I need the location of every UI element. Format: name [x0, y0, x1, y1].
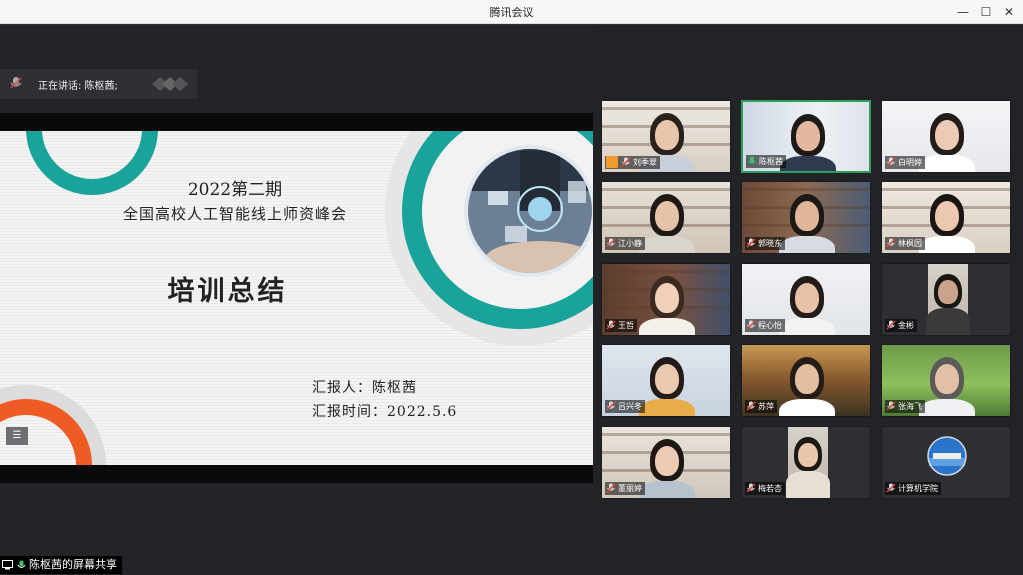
muted-mic-icon — [746, 483, 756, 493]
shared-screen-area: 正在讲话: 陈枢茜; 2022第二期 全国高校人工智能线上师资峰会 培训总结 汇… — [0, 25, 593, 575]
participant-tile[interactable]: 董丽婷 — [601, 426, 731, 499]
meeting-logo-icon — [152, 77, 188, 91]
participant-nameplate: 刘季翠 — [605, 156, 660, 169]
close-button[interactable]: ✕ — [998, 2, 1020, 22]
maximize-button[interactable]: ☐ — [975, 2, 997, 22]
muted-mic-icon — [606, 238, 616, 248]
muted-mic-icon — [606, 401, 616, 411]
participant-tile[interactable]: 郭晓东 — [741, 181, 871, 254]
participant-nameplate: 郭晓东 — [745, 237, 785, 250]
muted-mic-icon — [10, 77, 22, 89]
participant-name: 刘季翠 — [633, 158, 657, 167]
participant-tile[interactable]: 程心怡 — [741, 263, 871, 336]
participant-name: 梅若杏 — [758, 484, 782, 493]
muted-mic-icon — [886, 157, 896, 167]
slide-report-time: 汇报时间：2022.5.6 — [312, 404, 458, 420]
muted-mic-icon — [746, 320, 756, 330]
participant-name: 郭晓东 — [758, 239, 782, 248]
screen-share-label-bar: 陈枢茜的屏幕共享 — [0, 556, 122, 574]
slide-letterbox-top — [0, 113, 593, 131]
participant-tile[interactable]: 林枫园 — [881, 181, 1011, 254]
participant-nameplate: 梅若杏 — [745, 482, 785, 495]
muted-mic-icon — [746, 401, 756, 411]
participant-name: 苏萍 — [758, 402, 774, 411]
muted-mic-icon — [606, 483, 616, 493]
user-badge-icon — [606, 156, 618, 168]
window-titlebar: 腾讯会议 — ☐ ✕ — [0, 0, 1023, 24]
slide-title-line2: 全国高校人工智能线上师资峰会 — [122, 205, 347, 223]
speaking-indicator: 正在讲话: 陈枢茜; — [0, 69, 197, 99]
mic-icon — [748, 156, 756, 164]
window-title: 腾讯会议 — [489, 6, 534, 19]
participant-nameplate: 董丽婷 — [605, 482, 645, 495]
participant-name: 张海飞 — [898, 402, 922, 411]
participant-name: 江小静 — [618, 239, 642, 248]
participant-nameplate: 金彬 — [885, 319, 917, 332]
participant-nameplate: 王哲 — [605, 319, 637, 332]
participant-grid: 刘季翠 陈枢茜 白明婷江小静 郭晓东 林枫园王哲 程心怡 金彬吕兴冬 苏萍 张海飞董丽婷 梅若杏 计… — [593, 25, 1023, 575]
participant-name: 计算机学院 — [898, 484, 938, 493]
participant-nameplate: 张海飞 — [885, 400, 925, 413]
participant-tile[interactable]: 王哲 — [601, 263, 731, 336]
participant-name: 王哲 — [618, 321, 634, 330]
participant-tile[interactable]: 刘季翠 — [601, 100, 731, 173]
participant-tile[interactable]: 陈枢茜 — [741, 100, 871, 173]
participant-name: 林枫园 — [898, 239, 922, 248]
muted-mic-icon — [886, 238, 896, 248]
participant-nameplate: 江小静 — [605, 237, 645, 250]
mic-icon — [17, 560, 25, 568]
slide-title-line1: 2022第二期 — [187, 180, 283, 200]
muted-mic-icon — [746, 238, 756, 248]
muted-mic-icon — [886, 401, 896, 411]
participant-tile[interactable]: 苏萍 — [741, 344, 871, 417]
screen-share-icon — [2, 560, 13, 570]
participant-tile[interactable]: 江小静 — [601, 181, 731, 254]
slide-reporter: 汇报人：陈枢茜 — [312, 380, 417, 396]
participant-nameplate: 白明婷 — [885, 156, 925, 169]
participant-name: 程心怡 — [758, 321, 782, 330]
muted-mic-icon — [886, 320, 896, 330]
speaking-label: 正在讲话: 陈枢茜; — [38, 81, 118, 92]
participant-nameplate: 陈枢茜 — [746, 155, 786, 168]
group-avatar-icon — [927, 436, 967, 476]
participant-nameplate: 苏萍 — [745, 400, 777, 413]
participant-tile[interactable]: 梅若杏 — [741, 426, 871, 499]
toggle-sidebar-button[interactable]: ☰ — [6, 427, 28, 445]
participant-tile[interactable]: 计算机学院 — [881, 426, 1011, 499]
participant-name: 董丽婷 — [618, 484, 642, 493]
participant-nameplate: 林枫园 — [885, 237, 925, 250]
muted-mic-icon — [621, 157, 631, 167]
participant-nameplate: 计算机学院 — [885, 482, 941, 495]
minimize-button[interactable]: — — [952, 2, 974, 22]
participant-nameplate: 程心怡 — [745, 319, 785, 332]
screen-share-label: 陈枢茜的屏幕共享 — [29, 558, 117, 571]
participant-tile[interactable]: 吕兴冬 — [601, 344, 731, 417]
participant-name: 白明婷 — [898, 158, 922, 167]
participant-nameplate: 吕兴冬 — [605, 400, 645, 413]
presentation-slide: 2022第二期 全国高校人工智能线上师资峰会 培训总结 汇报人：陈枢茜 汇报时间… — [0, 131, 593, 465]
participant-name: 金彬 — [898, 321, 914, 330]
participant-tile[interactable]: 白明婷 — [881, 100, 1011, 173]
participant-tile[interactable]: 张海飞 — [881, 344, 1011, 417]
participant-name: 陈枢茜 — [759, 157, 783, 166]
participant-name: 吕兴冬 — [618, 402, 642, 411]
muted-mic-icon — [606, 320, 616, 330]
participant-tile[interactable]: 金彬 — [881, 263, 1011, 336]
slide-main-title: 培训总结 — [167, 276, 288, 307]
slide-letterbox-bottom — [0, 465, 593, 483]
muted-mic-icon — [886, 483, 896, 493]
